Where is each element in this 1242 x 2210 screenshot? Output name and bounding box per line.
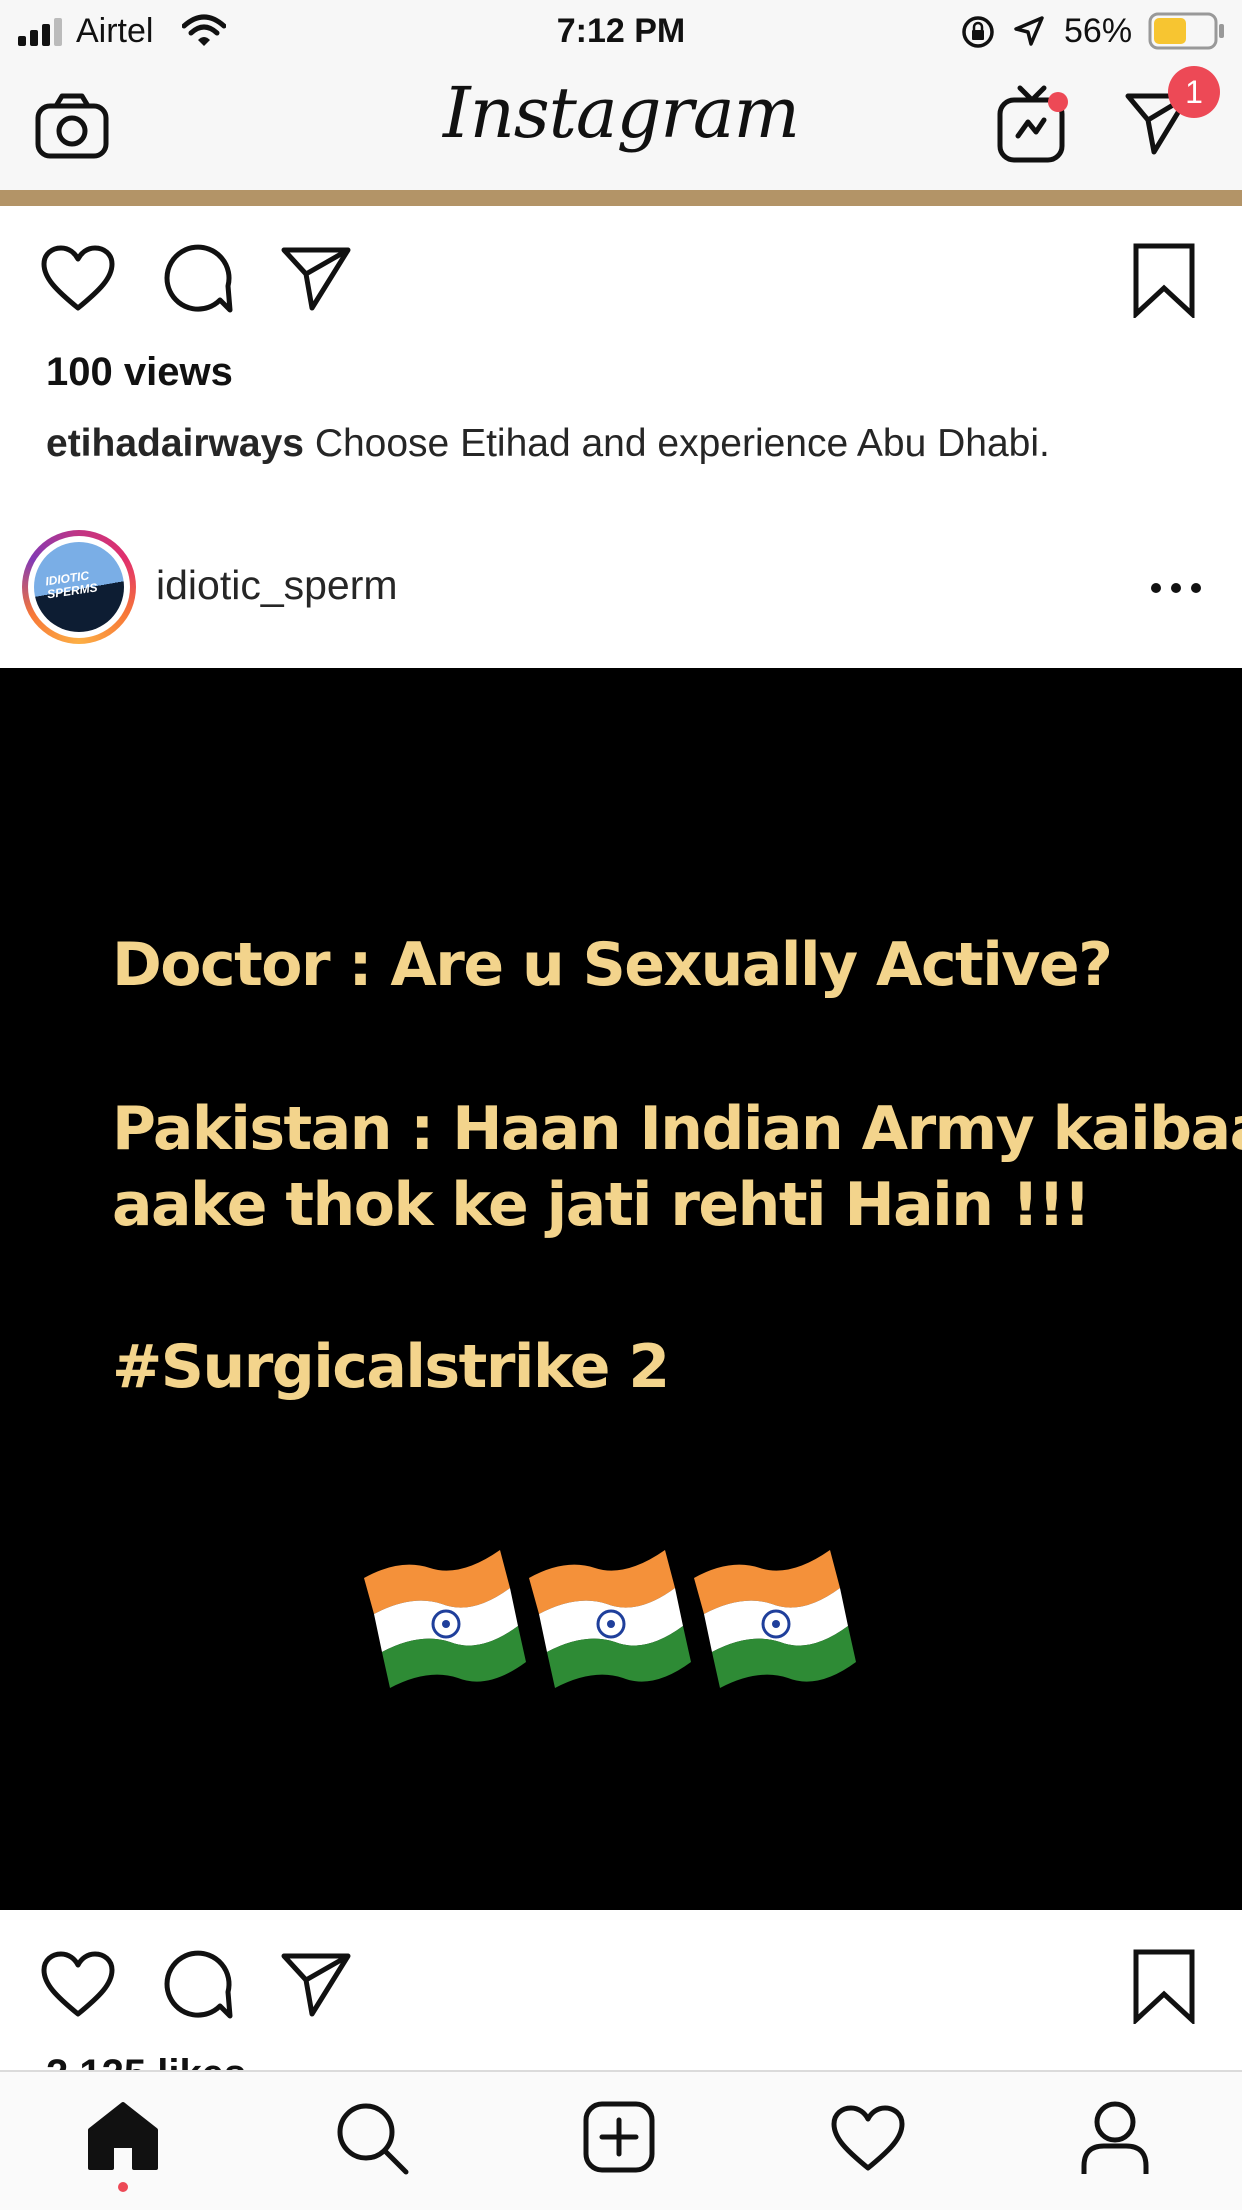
meme-text-line-2: Pakistan : Haan Indian Army kaibaar [112,1094,1242,1164]
activity-icon[interactable] [830,2104,906,2172]
heart-icon[interactable] [40,244,116,312]
home-icon[interactable] [86,2100,160,2172]
share-icon[interactable] [280,244,352,312]
meme-text-line-4: #Surgicalstrike 2 [112,1332,670,1402]
comment-icon[interactable] [162,1950,234,2022]
new-post-icon[interactable] [582,2100,656,2174]
search-icon[interactable] [334,2100,410,2176]
views-count[interactable]: 100 views [46,350,233,395]
location-arrow-icon [1014,16,1044,46]
direct-message-badge: 1 [1168,66,1220,118]
battery-percent: 56% [1064,12,1133,50]
home-active-indicator [118,2182,128,2192]
india-flags-group [362,1548,858,1690]
instagram-logo[interactable]: Instagram [421,72,821,154]
bookmark-icon[interactable] [1132,1948,1196,2024]
india-flag-icon [692,1548,858,1690]
carrier-label: Airtel [76,12,154,50]
share-icon[interactable] [280,1950,352,2018]
avatar-logo-text: IDIOTIC SPERMS [44,568,99,602]
status-time: 7:12 PM [556,12,686,50]
heart-icon[interactable] [40,1950,116,2018]
caption-username[interactable]: etihadairways [46,422,304,465]
post-caption: etihadairways Choose Etihad and experien… [46,422,1050,466]
avatar[interactable]: IDIOTIC SPERMS [34,542,124,632]
meme-text-line-3: aake thok ke jati rehti Hain !!! [112,1170,1091,1240]
previous-post-image-edge [0,190,1242,206]
igtv-notification-dot [1048,92,1068,112]
caption-text: Choose Etihad and experience Abu Dhabi. [314,422,1050,465]
india-flag-icon [527,1548,693,1690]
signal-icon [18,18,62,46]
india-flag-icon [362,1548,528,1690]
bookmark-icon[interactable] [1132,242,1196,318]
comment-icon[interactable] [162,244,234,316]
more-options-icon[interactable] [1150,570,1202,606]
meme-text-line-1: Doctor : Are u Sexually Active? [112,930,1113,1000]
post-username[interactable]: idiotic_sperm [156,562,398,609]
post-image[interactable] [0,668,1242,1910]
battery-icon [1148,12,1224,50]
wifi-icon [182,14,226,46]
camera-icon[interactable] [34,92,110,160]
profile-icon[interactable] [1080,2100,1150,2176]
orientation-lock-icon [962,16,994,48]
